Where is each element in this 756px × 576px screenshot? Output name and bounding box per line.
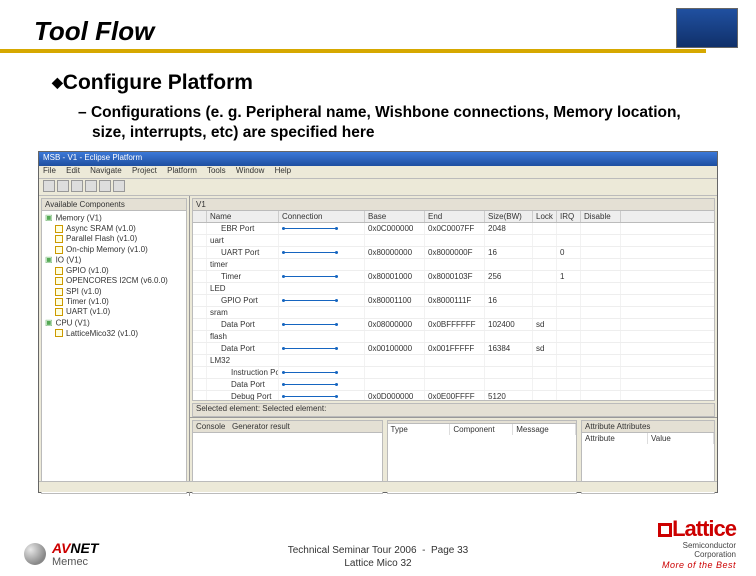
table-row[interactable]: LED [193,283,714,295]
slide-title: Tool Flow [0,16,706,53]
col-base: Base [365,211,425,222]
table-row[interactable]: UART Port0x800000000x8000000F160 [193,247,714,259]
toolbar [39,179,717,196]
grid-header: Name Connection Base End Size(BW) Lock I… [193,211,714,223]
col-type: Type [388,424,451,435]
table-row[interactable]: flash [193,331,714,343]
square-icon [658,523,672,537]
toolbar-button[interactable] [85,180,97,192]
bullet-1: Configure Platform [52,71,716,95]
menu-edit[interactable]: Edit [66,166,80,175]
panel-title: Available Components [42,199,186,211]
col-attr: Attribute [582,433,648,444]
menu-tools[interactable]: Tools [207,166,226,175]
table-row[interactable]: timer [193,259,714,271]
menu-navigate[interactable]: Navigate [90,166,122,175]
tree-node[interactable]: Parallel Flash (v1.0) [45,234,183,244]
editor-tab[interactable]: V1 [193,199,714,211]
menu-file[interactable]: File [43,166,56,175]
col-irq: IRQ [557,211,581,222]
table-row[interactable]: GPIO Port0x800011000x8000111F16 [193,295,714,307]
toolbar-button[interactable] [43,180,55,192]
table-row[interactable]: EBR Port0x0C0000000x0C0007FF2048 [193,223,714,235]
col-conn: Connection [279,211,365,222]
tree-node[interactable]: SPI (v1.0) [45,287,183,297]
col-message: Message [513,424,576,435]
tree-node[interactable]: Async SRAM (v1.0) [45,224,183,234]
menu-project[interactable]: Project [132,166,157,175]
slide-footer: Technical Seminar Tour 2006 - Page 33 La… [0,544,756,570]
avnet-logo: AVNETMemec [24,540,98,568]
window-titlebar: MSB - V1 - Eclipse Platform [39,152,717,166]
table-row[interactable]: Data Port0x001000000x001FFFFF16384sd [193,343,714,355]
available-components-panel: Available Components Memory (V1) Async S… [41,198,187,494]
table-row[interactable]: uart [193,235,714,247]
menu-help[interactable]: Help [275,166,291,175]
screenshot-ide: MSB - V1 - Eclipse Platform File Edit Na… [38,151,718,493]
tree-node[interactable]: On-chip Memory (v1.0) [45,245,183,255]
sphere-icon [24,543,46,565]
tree-node[interactable]: GPIO (v1.0) [45,266,183,276]
menu-window[interactable]: Window [236,166,264,175]
col-size: Size(BW) [485,211,533,222]
tree-node[interactable]: CPU (V1) [45,318,183,329]
col-value: Value [648,433,714,444]
component-tree[interactable]: Memory (V1) Async SRAM (v1.0) Parallel F… [42,211,186,341]
lattice-logo: Lattice Semiconductor Corporation More o… [657,516,736,570]
table-row[interactable]: Timer0x800010000x8000103F2561 [193,271,714,283]
toolbar-button[interactable] [57,180,69,192]
col-disable: Disable [581,211,621,222]
tree-node[interactable]: Timer (v1.0) [45,297,183,307]
col-name: Name [207,211,279,222]
tree-node[interactable]: IO (V1) [45,255,183,266]
menubar: File Edit Navigate Project Platform Tool… [39,166,717,179]
selected-elements-bar: Selected element: Selected element: [192,403,715,417]
toolbar-button[interactable] [71,180,83,192]
corner-logo [676,8,738,48]
table-row[interactable]: Data Port [193,379,714,391]
table-row[interactable]: Debug Port0x0D0000000x0E00FFFF5120 [193,391,714,401]
col-component: Component [450,424,513,435]
tab-generator[interactable]: Generator result [232,422,290,431]
attr-title: Attribute Attributes [582,421,714,433]
grid-body: EBR Port0x0C0000000x0C0007FF2048uartUART… [193,223,714,401]
tree-node[interactable]: OPENCORES I2CM (v6.0.0) [45,276,183,286]
platform-grid: V1 Name Connection Base End Size(BW) Loc… [192,198,715,401]
col-end: End [425,211,485,222]
table-row[interactable]: Data Port0x080000000x0BFFFFFF102400sd [193,319,714,331]
bullet-1-sub: Configurations (e. g. Peripheral name, W… [78,103,716,143]
table-row[interactable]: Instruction Port [193,367,714,379]
tree-node[interactable]: Memory (V1) [45,213,183,224]
col-lock: Lock [533,211,557,222]
menu-platform[interactable]: Platform [167,166,197,175]
toolbar-button[interactable] [113,180,125,192]
toolbar-button[interactable] [99,180,111,192]
status-bar [39,481,717,492]
tree-node[interactable]: LatticeMico32 (v1.0) [45,329,183,339]
table-row[interactable]: sram [193,307,714,319]
tab-console[interactable]: Console [196,422,225,431]
table-row[interactable]: LM32 [193,355,714,367]
tree-node[interactable]: UART (v1.0) [45,307,183,317]
